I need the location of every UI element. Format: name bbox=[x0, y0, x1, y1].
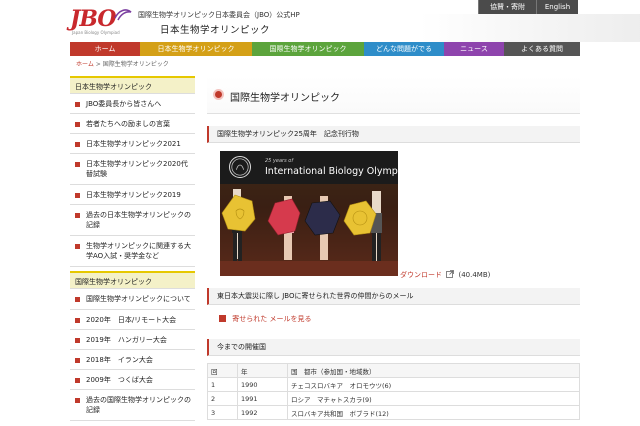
download-label: ダウンロード bbox=[400, 271, 442, 279]
sidebar-item-label: 2018年 イラン大会 bbox=[86, 356, 153, 364]
sidebar-item-label: 日本生物学オリンピック2020代替試験 bbox=[86, 160, 188, 178]
cell-year: 1992 bbox=[237, 405, 288, 420]
sidebar-item-label: 2020年 日本/リモート大会 bbox=[86, 316, 177, 324]
sidebar-heading-japan: 日本生物学オリンピック bbox=[70, 76, 195, 94]
logo-subtitle: Japan Biology Olympiad bbox=[72, 30, 120, 35]
cell-country: スロバキア共和国 ボブラド(12) bbox=[287, 405, 580, 420]
checkbox-bullet-icon bbox=[219, 315, 226, 322]
download-size: (40.4MB) bbox=[458, 271, 491, 279]
section-heading-earthquake-mail: 東日本大震災に際し JBOに寄せられた世界の仲間からのメール bbox=[207, 288, 580, 305]
sidebar-item[interactable]: 日本生物学オリンピック2020代替試験 bbox=[70, 154, 195, 185]
sidebar-item[interactable]: 日本生物学オリンピック2019 bbox=[70, 185, 195, 205]
bullet-icon bbox=[75, 122, 80, 127]
site-header: JBO Japan Biology Olympiad 国際生物学オリンピック日本… bbox=[0, 0, 640, 42]
cell-round: 3 bbox=[207, 405, 238, 420]
site-title: 日本生物学オリンピック bbox=[160, 25, 271, 36]
cell-round: 2 bbox=[207, 391, 238, 406]
header-decoration bbox=[420, 14, 640, 42]
sidebar-item[interactable]: 過去の日本生物学オリンピックの記録 bbox=[70, 205, 195, 236]
nav-japan-olympiad[interactable]: 日本生物学オリンピック bbox=[140, 42, 252, 56]
sidebar-heading-international: 国際生物学オリンピック bbox=[70, 271, 195, 289]
breadcrumb-separator: > bbox=[95, 61, 101, 68]
cell-round: 1 bbox=[207, 377, 238, 392]
section-heading-host-countries: 今までの開催国 bbox=[207, 339, 580, 356]
host-country-table: 回 年 国 都市（参加国・地域数） 1 1990 チェコスロバキア オロモウツ(… bbox=[207, 363, 580, 420]
bullet-icon bbox=[75, 142, 80, 147]
view-mail-link[interactable]: 寄せられた メールを見る bbox=[219, 314, 311, 324]
bullet-icon bbox=[75, 213, 80, 218]
nav-international-olympiad[interactable]: 国際生物学オリンピック bbox=[252, 42, 364, 56]
anniversary-cover-image[interactable]: 25 years of International Biology Olympi… bbox=[220, 151, 398, 276]
logo-text: JBO bbox=[70, 6, 117, 32]
breadcrumb-home[interactable]: ホーム bbox=[76, 61, 94, 68]
table-row: 2 1991 ロシア マチャトスカラ(9) bbox=[207, 391, 580, 406]
bullet-icon bbox=[75, 193, 80, 198]
sidebar-item[interactable]: 2020年 日本/リモート大会 bbox=[70, 310, 195, 330]
cell-year: 1990 bbox=[237, 377, 288, 392]
sidebar-item[interactable]: 国際生物学オリンピックについて bbox=[70, 289, 195, 310]
page-header: 国際生物学オリンピック bbox=[207, 76, 580, 114]
bullet-icon bbox=[75, 297, 80, 302]
sidebar-item-label: 国際生物学オリンピックについて bbox=[86, 295, 191, 303]
nav-news[interactable]: ニュース bbox=[444, 42, 504, 56]
bullet-icon bbox=[75, 378, 80, 383]
header-buttons: 協賛・寄附 English bbox=[478, 0, 578, 14]
table-header-row: 回 年 国 都市（参加国・地域数） bbox=[207, 363, 580, 378]
sidebar-item-label: 2009年 つくば大会 bbox=[86, 376, 153, 384]
bullet-icon bbox=[75, 244, 80, 249]
bullet-icon bbox=[75, 102, 80, 107]
global-nav: ホーム 日本生物学オリンピック 国際生物学オリンピック どんな問題がでる ニュー… bbox=[70, 42, 580, 56]
main-content: 国際生物学オリンピック 国際生物学オリンピック25周年 記念刊行物 25 yea… bbox=[207, 76, 580, 420]
view-mail-label: 寄せられた メールを見る bbox=[232, 315, 312, 323]
sidebar-item[interactable]: 2009年 つくば大会 bbox=[70, 370, 195, 390]
stage-floor bbox=[220, 261, 398, 276]
title-marker-icon bbox=[213, 89, 224, 100]
col-header-country: 国 都市（参加国・地域数） bbox=[287, 363, 580, 378]
cell-year: 1991 bbox=[237, 391, 288, 406]
bullet-icon bbox=[75, 338, 80, 343]
external-link-icon bbox=[446, 270, 455, 278]
breadcrumb-current: 国際生物学オリンピック bbox=[102, 61, 169, 68]
sidebar-item-label: 日本生物学オリンピック2021 bbox=[86, 140, 181, 148]
site-logo[interactable]: JBO Japan Biology Olympiad bbox=[70, 6, 132, 38]
sidebar-item-label: 日本生物学オリンピック2019 bbox=[86, 191, 181, 199]
donation-button[interactable]: 協賛・寄附 bbox=[478, 0, 536, 14]
bullet-icon bbox=[75, 358, 80, 363]
download-link[interactable]: ダウンロード (40.4MB) bbox=[400, 270, 490, 280]
nav-questions[interactable]: どんな問題がでる bbox=[364, 42, 444, 56]
sidebar-item[interactable]: 日本生物学オリンピック2021 bbox=[70, 134, 195, 154]
sidebar-item-label: 生物学オリンピックに関連する大学AO入試・奨学金など bbox=[86, 242, 191, 260]
section-heading-25th: 国際生物学オリンピック25周年 記念刊行物 bbox=[207, 126, 580, 143]
sidebar-item-label: 2019年 ハンガリー大会 bbox=[86, 336, 167, 344]
cell-country: チェコスロバキア オロモウツ(6) bbox=[287, 377, 580, 392]
english-button[interactable]: English bbox=[536, 0, 578, 14]
nav-faq[interactable]: よくある質問 bbox=[504, 42, 580, 56]
bullet-icon bbox=[75, 398, 80, 403]
table-row: 1 1990 チェコスロバキア オロモウツ(6) bbox=[207, 377, 580, 392]
site-subtitle: 国際生物学オリンピック日本委員会（JBO）公式HP bbox=[138, 11, 300, 19]
sidebar-item[interactable]: 2019年 ハンガリー大会 bbox=[70, 330, 195, 350]
students-umbrellas-illustration bbox=[221, 189, 382, 261]
sidebar: 日本生物学オリンピック JBO委員長から皆さんへ 若者たちへの励ましの言葉 日本… bbox=[70, 76, 195, 421]
cell-country: ロシア マチャトスカラ(9) bbox=[287, 391, 580, 406]
nav-home[interactable]: ホーム bbox=[70, 42, 140, 56]
sidebar-item[interactable]: JBO委員長から皆さんへ bbox=[70, 94, 195, 114]
bullet-icon bbox=[75, 162, 80, 167]
breadcrumb: ホーム > 国際生物学オリンピック bbox=[76, 59, 169, 68]
sidebar-item[interactable]: 生物学オリンピックに関連する大学AO入試・奨学金など bbox=[70, 236, 195, 267]
bullet-icon bbox=[75, 318, 80, 323]
page-title: 国際生物学オリンピック bbox=[230, 93, 340, 104]
sidebar-item[interactable]: 2018年 イラン大会 bbox=[70, 350, 195, 370]
col-header-year: 年 bbox=[237, 363, 288, 378]
sidebar-item-label: 若者たちへの励ましの言葉 bbox=[86, 120, 170, 128]
sidebar-item-label: 過去の国際生物学オリンピックの記録 bbox=[86, 396, 191, 414]
table-row: 3 1992 スロバキア共和国 ボブラド(12) bbox=[207, 405, 580, 420]
sidebar-item[interactable]: 過去の国際生物学オリンピックの記録 bbox=[70, 390, 195, 421]
col-header-round: 回 bbox=[207, 363, 238, 378]
logo-swirl-icon bbox=[114, 9, 132, 21]
sidebar-item[interactable]: 若者たちへの励ましの言葉 bbox=[70, 114, 195, 134]
sidebar-item-label: JBO委員長から皆さんへ bbox=[86, 100, 162, 108]
sidebar-item-label: 過去の日本生物学オリンピックの記録 bbox=[86, 211, 191, 229]
